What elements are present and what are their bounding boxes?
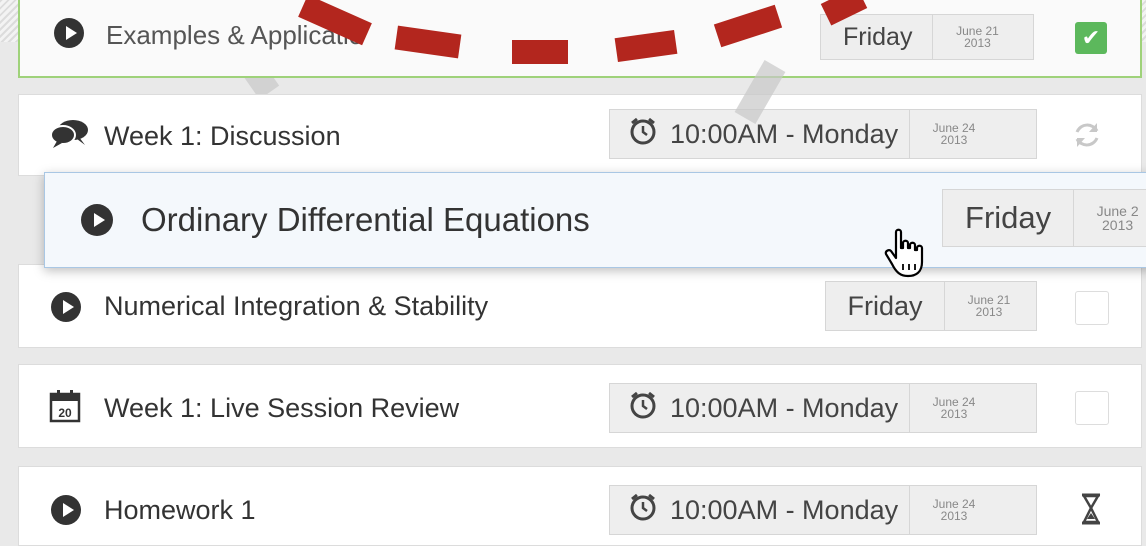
due-time: 10:00AM - Monday (610, 110, 910, 158)
due-date: June 24 2013 (932, 121, 976, 147)
due-date-badge[interactable]: Friday June 2 2013 (942, 189, 1146, 247)
due-time: 10:00AM - Monday (610, 486, 910, 534)
list-item[interactable]: Week 1: Discussion 10:00AM - Monday June… (18, 94, 1142, 176)
due-date: June 24 2013 (932, 395, 976, 421)
play-icon (51, 495, 81, 525)
due-date-badge[interactable]: 10:00AM - Monday June 24 2013 (609, 383, 1037, 433)
dragged-list-item[interactable]: Ordinary Differential Equations Friday J… (44, 172, 1146, 268)
play-icon (51, 292, 81, 322)
due-date: June 21 2013 (967, 293, 1011, 319)
alarm-clock-icon (628, 390, 658, 427)
due-date-badge[interactable]: 10:00AM - Monday June 24 2013 (609, 485, 1037, 535)
alarm-clock-icon (628, 492, 658, 529)
list-item[interactable]: Numerical Integration & Stability Friday… (18, 264, 1142, 348)
due-date-badge[interactable]: 10:00AM - Monday June 24 2013 (609, 109, 1037, 159)
alarm-clock-icon (628, 116, 658, 153)
due-date: June 2 2013 (1096, 203, 1139, 233)
list-item[interactable]: Homework 1 10:00AM - Monday June 24 2013 (18, 466, 1142, 546)
due-time: Friday (826, 282, 945, 330)
due-time: Friday (943, 190, 1075, 246)
item-title: Week 1: Live Session Review (104, 393, 460, 423)
drag-path-dash (512, 40, 568, 64)
speech-bubbles-icon (49, 119, 91, 149)
empty-checkbox[interactable] (1075, 391, 1109, 425)
hourglass-icon (1075, 493, 1107, 525)
check-complete-icon[interactable]: ✔ (1075, 22, 1107, 54)
list-item[interactable]: 20 Week 1: Live Session Review 10:00AM -… (18, 364, 1142, 448)
calendar-icon: 20 (49, 389, 81, 423)
due-date-badge[interactable]: Friday June 21 2013 (820, 14, 1034, 60)
hand-pointer-icon (882, 228, 930, 280)
list-item[interactable]: Examples & Applicatio Friday June 21 201… (18, 0, 1142, 78)
play-icon (54, 18, 84, 48)
due-date-badge[interactable]: Friday June 21 2013 (825, 281, 1037, 331)
item-title: Homework 1 (104, 495, 256, 525)
play-icon (81, 204, 113, 236)
refresh-icon[interactable] (1071, 119, 1103, 151)
item-title: Ordinary Differential Equations (141, 201, 590, 238)
due-date: June 24 2013 (932, 497, 976, 523)
due-time: 10:00AM - Monday (610, 384, 910, 432)
empty-checkbox[interactable] (1075, 291, 1109, 325)
item-title: Week 1: Discussion (104, 121, 341, 151)
item-title: Numerical Integration & Stability (104, 291, 489, 321)
due-date: June 21 2013 (956, 24, 999, 50)
svg-text:20: 20 (58, 406, 72, 420)
